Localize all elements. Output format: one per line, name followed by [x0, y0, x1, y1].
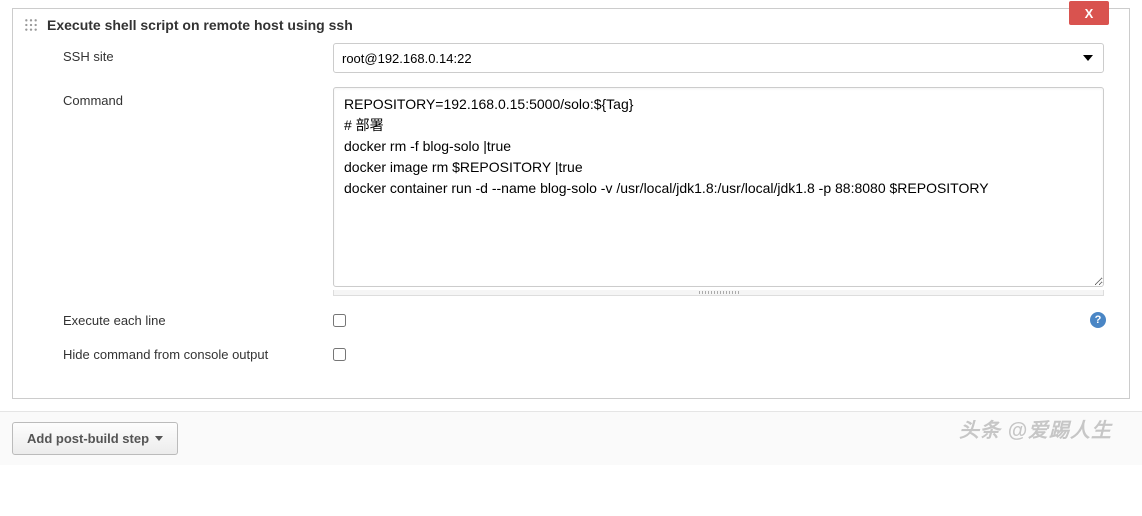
command-row: Command REPOSITORY=192.168.0.15:5000/sol…: [63, 87, 1104, 296]
hide-command-row: Hide command from console output: [63, 344, 1104, 364]
command-textarea[interactable]: REPOSITORY=192.168.0.15:5000/solo:${Tag}…: [333, 87, 1104, 287]
execute-each-line-checkbox[interactable]: [333, 314, 346, 327]
step-title: Execute shell script on remote host usin…: [47, 17, 353, 33]
ssh-site-select[interactable]: root@192.168.0.14:22: [333, 43, 1104, 73]
add-step-label: Add post-build step: [27, 431, 149, 446]
add-post-build-step-button[interactable]: Add post-build step: [12, 422, 178, 455]
help-icon[interactable]: ?: [1090, 312, 1106, 328]
ssh-site-label: SSH site: [63, 43, 333, 64]
drag-handle-icon[interactable]: [23, 17, 39, 33]
build-step-panel: X Execute shell script on remote host us…: [12, 8, 1130, 399]
execute-each-line-label: Execute each line: [63, 313, 333, 328]
hide-command-label: Hide command from console output: [63, 347, 333, 362]
hide-command-checkbox[interactable]: [333, 348, 346, 361]
execute-each-line-row: Execute each line ?: [63, 310, 1104, 330]
bottom-bar: Add post-build step: [0, 411, 1142, 465]
resize-grip[interactable]: [333, 290, 1104, 296]
chevron-down-icon: [155, 436, 163, 441]
command-label: Command: [63, 87, 333, 108]
step-header: Execute shell script on remote host usin…: [13, 9, 1129, 43]
ssh-site-row: SSH site root@192.168.0.14:22: [63, 43, 1104, 73]
